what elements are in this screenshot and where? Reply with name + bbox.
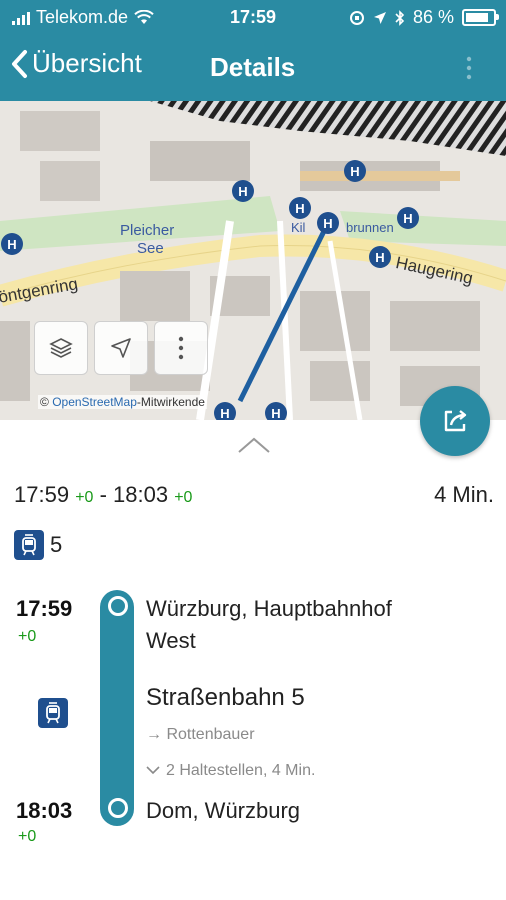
header: Telekom.de 17:59 86 % Übersicht Details xyxy=(0,0,506,101)
departure-delay: +0 xyxy=(75,489,94,506)
osm-link[interactable]: OpenStreetMap xyxy=(52,395,137,409)
end-delay: +0 xyxy=(18,828,37,845)
svg-text:H: H xyxy=(238,184,247,199)
start-time: 17:59 xyxy=(16,596,73,621)
arrival-time: 18:03 xyxy=(113,482,169,507)
time-separator: - xyxy=(99,482,107,507)
chevron-up-icon[interactable] xyxy=(237,436,271,454)
arrival-delay: +0 xyxy=(174,489,193,506)
back-label: Übersicht xyxy=(32,48,142,78)
trip-duration: 4 Min. xyxy=(434,482,494,507)
intermediate-stops-toggle[interactable]: 2 Haltestellen, 4 Min. xyxy=(146,762,315,780)
start-node xyxy=(108,596,128,616)
chevron-left-icon xyxy=(12,49,27,78)
map-label-kil: Kil xyxy=(291,220,306,235)
map-label-see: See xyxy=(137,240,164,257)
status-right: 86 % xyxy=(349,7,499,28)
page-title: Details xyxy=(210,52,296,82)
status-bar: Telekom.de 17:59 86 % xyxy=(0,0,506,34)
svg-text:H: H xyxy=(323,216,332,231)
more-vertical-icon xyxy=(178,336,184,360)
direction-label: Rottenbauer xyxy=(166,726,255,743)
stops-info: 2 Haltestellen, 4 Min. xyxy=(166,762,316,779)
nav-bar: Übersicht Details xyxy=(0,44,506,94)
line-badge: 5 xyxy=(14,530,62,560)
layers-button[interactable] xyxy=(34,321,88,375)
bluetooth-icon xyxy=(395,9,405,26)
line-number: 5 xyxy=(50,532,63,557)
rotation-lock-icon xyxy=(349,10,364,25)
map-more-button[interactable] xyxy=(154,321,208,375)
route-bar xyxy=(100,590,134,826)
tram-icon xyxy=(14,530,44,560)
svg-text:H: H xyxy=(220,406,229,420)
attribution-text: -Mitwirkende xyxy=(136,395,205,409)
map-label-pleicher: Pleicher xyxy=(120,222,175,239)
chevron-down-icon xyxy=(146,766,160,775)
svg-text:H: H xyxy=(7,237,16,252)
share-button[interactable] xyxy=(420,386,490,456)
svg-text:H: H xyxy=(271,406,280,420)
svg-text:H: H xyxy=(350,164,359,179)
svg-text:H: H xyxy=(295,201,304,216)
svg-text:H: H xyxy=(375,250,384,265)
trip-summary: 17:59 +0 - 18:03 +0 4 Min. xyxy=(14,482,494,514)
battery-percent: 86 % xyxy=(412,7,454,27)
end-node xyxy=(108,798,128,818)
map-attribution: © OpenStreetMap-Mitwirkende xyxy=(38,395,207,409)
layers-icon xyxy=(49,338,73,358)
departure-time: 17:59 xyxy=(14,482,70,507)
tram-icon xyxy=(38,698,68,728)
start-delay: +0 xyxy=(18,628,37,645)
start-stop-line2: West xyxy=(146,628,196,653)
back-button[interactable]: Übersicht xyxy=(10,48,142,79)
share-icon xyxy=(444,410,467,432)
locate-button[interactable] xyxy=(94,321,148,375)
svg-text:H: H xyxy=(403,211,412,226)
arrow-right-icon: → xyxy=(146,726,167,743)
map-label-brunnen: brunnen xyxy=(346,220,394,235)
start-stop-line1: Würzburg, Hauptbahnhof xyxy=(146,596,392,621)
map-controls xyxy=(34,321,208,375)
battery-icon xyxy=(462,9,499,26)
line-name: Straßenbahn 5 xyxy=(146,684,305,711)
end-stop[interactable]: Dom, Würzburg xyxy=(146,795,300,827)
navigation-arrow-icon xyxy=(111,338,131,358)
start-stop[interactable]: Würzburg, Hauptbahnhof West xyxy=(146,593,392,657)
direction: → Rottenbauer xyxy=(146,726,255,744)
more-menu-icon[interactable] xyxy=(466,56,472,80)
location-icon xyxy=(373,11,386,24)
end-time: 18:03 xyxy=(16,798,73,823)
